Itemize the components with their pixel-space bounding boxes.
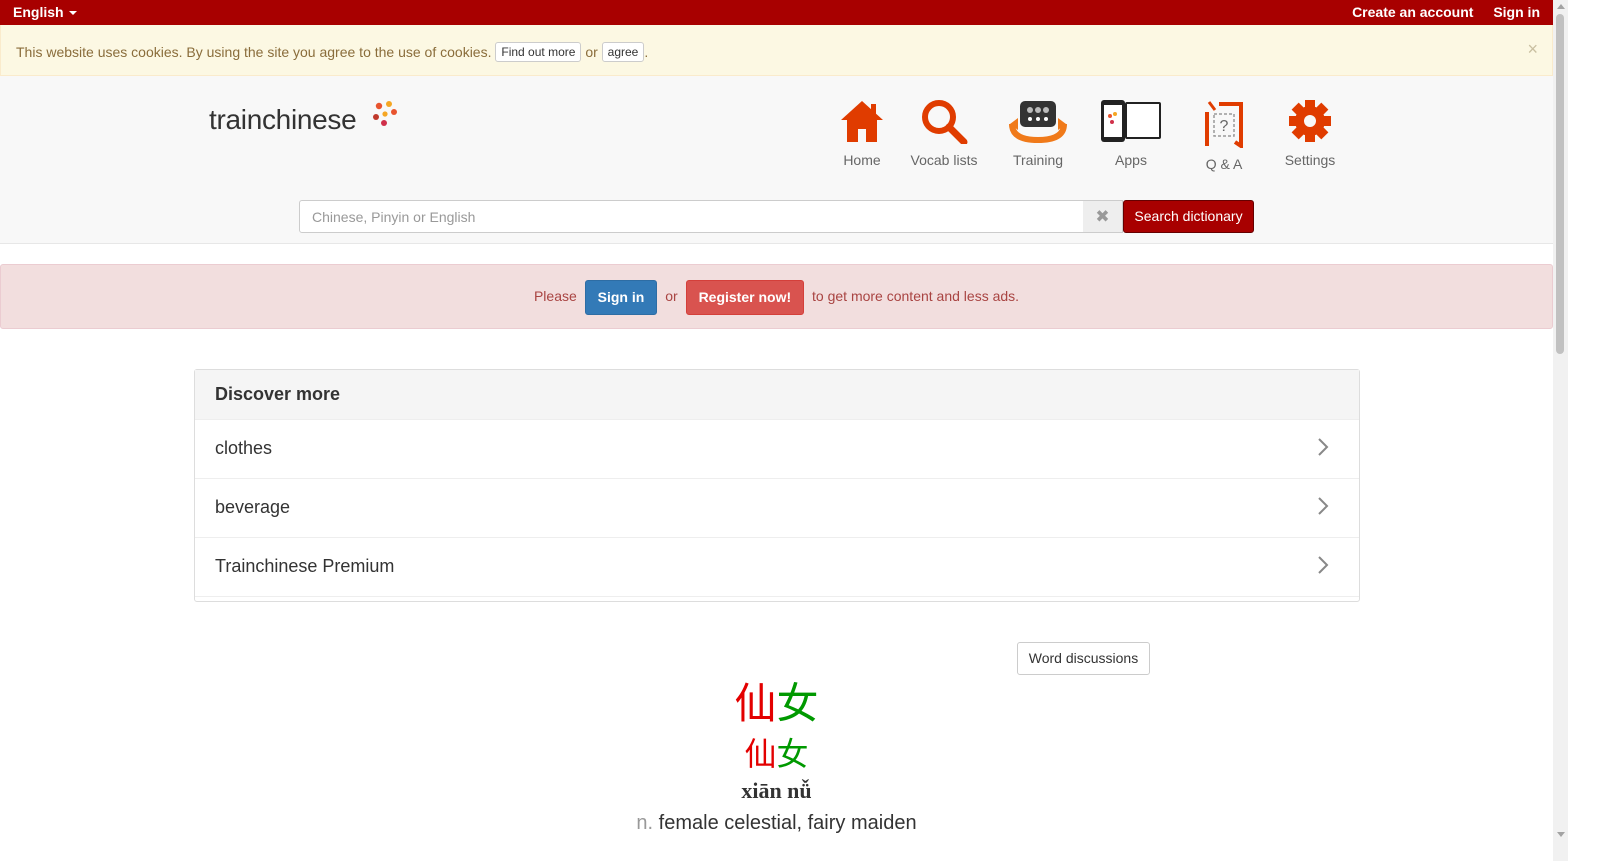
register-now-button[interactable]: Register now! xyxy=(685,279,805,315)
nav-vocab-lists-label: Vocab lists xyxy=(910,152,978,168)
nav-settings-label: Settings xyxy=(1284,152,1336,168)
devices-icon xyxy=(1101,100,1161,142)
scrollbar[interactable] xyxy=(1553,0,1568,861)
nav-qa[interactable]: ? Q & A xyxy=(1179,98,1269,172)
discover-panel: Discover more clothes beverage Trainchin… xyxy=(194,369,1360,602)
header: trainchinese Home Vocab lists Training A… xyxy=(0,76,1553,244)
nav-settings[interactable]: Settings xyxy=(1265,98,1355,168)
search-dictionary-button[interactable]: Search dictionary xyxy=(1123,200,1254,233)
list-item[interactable]: beverage xyxy=(195,479,1359,538)
language-label: English xyxy=(13,4,64,20)
nav-apps[interactable]: Apps xyxy=(1086,98,1176,168)
magnifier-icon xyxy=(922,100,968,144)
banner-please: Please xyxy=(533,288,577,304)
nav-training-label: Training xyxy=(1012,152,1064,168)
page: English Create an account Sign in This w… xyxy=(0,0,1553,861)
character-tone-1: 仙 xyxy=(744,736,777,772)
word-pinyin: xiān nǚ xyxy=(741,778,812,803)
create-account-link[interactable]: Create an account xyxy=(1352,4,1473,20)
list-item[interactable]: Trainchinese Premium xyxy=(195,538,1359,597)
caret-down-icon xyxy=(68,11,77,15)
top-bar: English Create an account Sign in xyxy=(0,0,1553,25)
banner-or: or xyxy=(665,288,678,304)
list-item[interactable]: clothes xyxy=(195,420,1359,479)
list-item-label: clothes xyxy=(215,438,273,458)
word-characters-large: 仙女 xyxy=(0,677,1553,731)
close-icon[interactable]: × xyxy=(1527,39,1538,60)
gear-icon xyxy=(1289,100,1331,142)
home-icon xyxy=(841,101,883,142)
chevron-right-icon xyxy=(1318,497,1329,515)
scroll-down-icon[interactable] xyxy=(1557,832,1565,837)
nav-home[interactable]: Home xyxy=(817,98,907,168)
list-item-label: Trainchinese Premium xyxy=(215,556,395,576)
agree-button[interactable]: agree xyxy=(601,42,645,62)
svg-text:?: ? xyxy=(1220,118,1229,135)
nav-apps-label: Apps xyxy=(1115,152,1147,168)
nav-training[interactable]: Training xyxy=(993,98,1083,168)
character-tone-3: 女 xyxy=(776,680,819,727)
word-characters-small: 仙女 xyxy=(0,732,1553,776)
character-tone-1: 仙 xyxy=(734,680,777,727)
top-sign-in-link[interactable]: Sign in xyxy=(1493,4,1540,20)
cookie-message: This website uses cookies. By using the … xyxy=(16,44,492,60)
sign-in-button[interactable]: Sign in xyxy=(584,279,658,315)
language-selector[interactable]: English xyxy=(13,4,77,20)
question-icon: ? xyxy=(1205,101,1243,148)
cookie-or: or xyxy=(585,44,598,60)
cookie-period: . xyxy=(644,44,649,60)
training-icon xyxy=(1009,101,1067,144)
word-discussions-button[interactable]: Word discussions xyxy=(1017,642,1150,675)
logo-dots-icon xyxy=(373,101,397,126)
nav-vocab-lists[interactable]: Vocab lists xyxy=(899,98,989,168)
chevron-right-icon xyxy=(1318,438,1329,456)
account-links: Create an account Sign in xyxy=(1336,4,1540,20)
sign-in-banner: Please Sign in or Register now! to get m… xyxy=(0,264,1553,329)
nav-home-label: Home xyxy=(843,152,881,168)
discover-title: Discover more xyxy=(195,370,1359,420)
logo-text[interactable]: trainchinese xyxy=(209,104,357,136)
find-out-more-button[interactable]: Find out more xyxy=(495,42,582,62)
cookie-text: This website uses cookies. By using the … xyxy=(16,42,648,62)
character-tone-3: 女 xyxy=(776,736,809,772)
chevron-right-icon xyxy=(1318,556,1329,574)
part-of-speech: n. xyxy=(636,812,654,834)
list-item-label: beverage xyxy=(215,497,291,517)
word-meaning: n. female celestial, fairy maiden xyxy=(0,812,1553,835)
cookie-notice: This website uses cookies. By using the … xyxy=(0,25,1553,76)
clear-search-icon[interactable]: ✖ xyxy=(1083,200,1123,233)
definition: female celestial, fairy maiden xyxy=(658,812,917,834)
search-input[interactable] xyxy=(299,200,1084,233)
banner-suffix: to get more content and less ads. xyxy=(812,288,1020,304)
nav-qa-label: Q & A xyxy=(1205,156,1243,172)
scrollbar-thumb[interactable] xyxy=(1556,14,1564,354)
scroll-up-icon[interactable] xyxy=(1557,4,1565,9)
